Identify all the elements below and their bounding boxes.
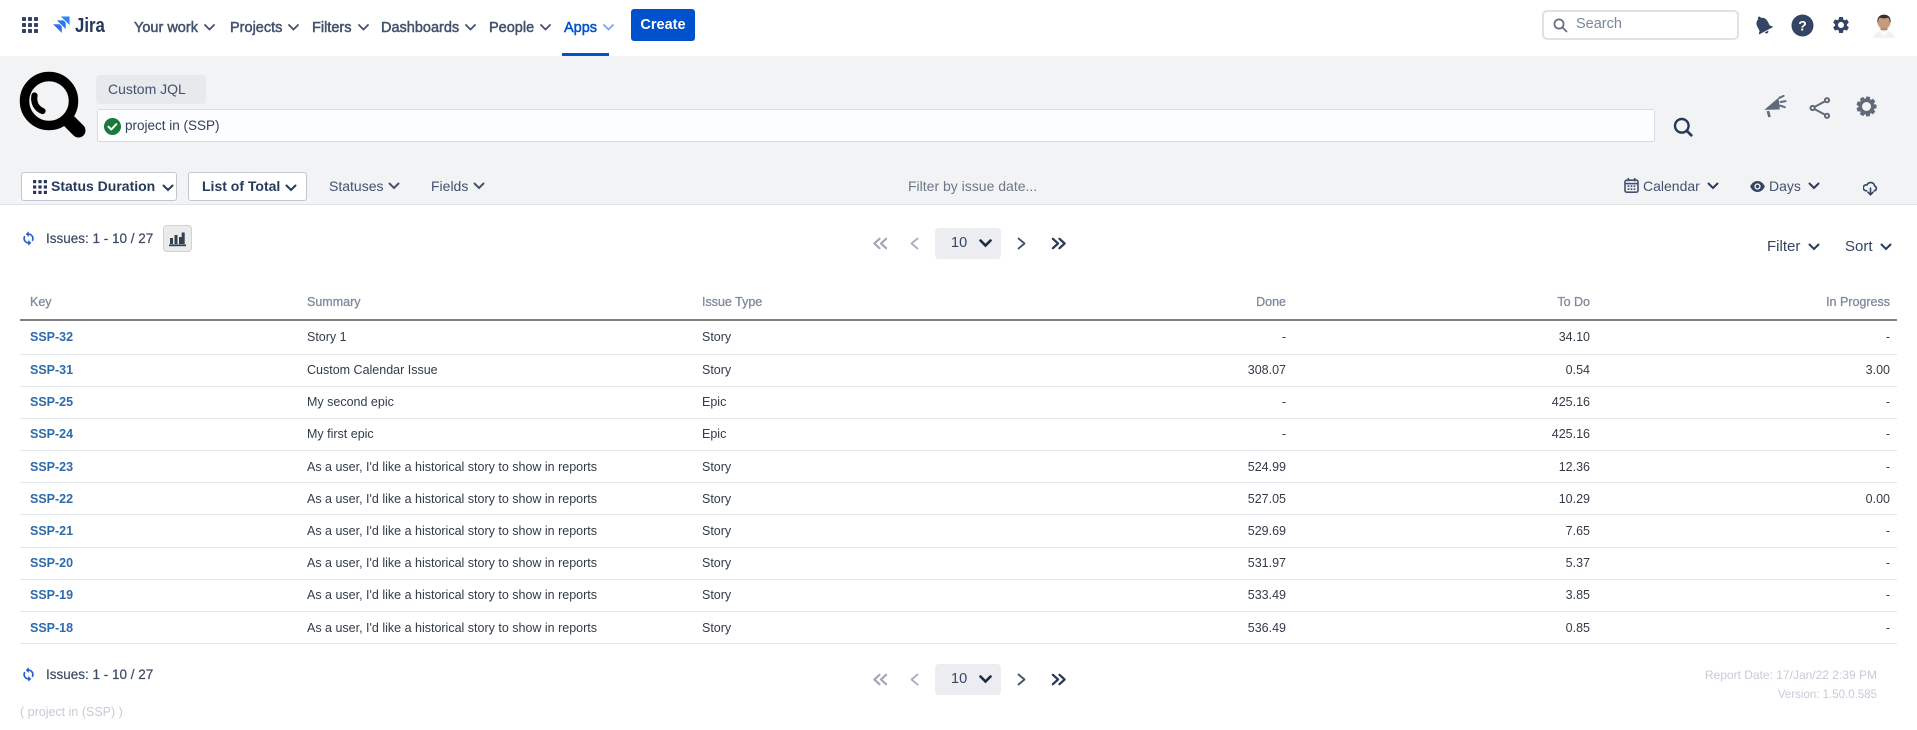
svg-text:?: ? — [1798, 18, 1807, 34]
